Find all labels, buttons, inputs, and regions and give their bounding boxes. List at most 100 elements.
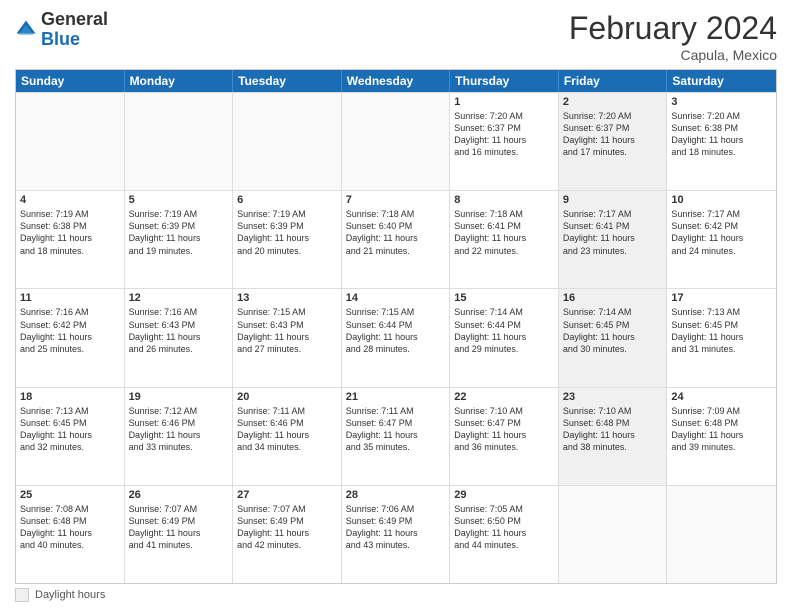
cell-info: Sunrise: 7:16 AM Sunset: 6:43 PM Dayligh… xyxy=(129,306,229,355)
calendar-cell-26: 26 Sunrise: 7:07 AM Sunset: 6:49 PM Dayli… xyxy=(125,486,234,583)
cell-info: Sunrise: 7:13 AM Sunset: 6:45 PM Dayligh… xyxy=(671,306,772,355)
calendar-cell-10: 10 Sunrise: 7:17 AM Sunset: 6:42 PM Dayli… xyxy=(667,191,776,288)
cell-info: Sunrise: 7:14 AM Sunset: 6:45 PM Dayligh… xyxy=(563,306,663,355)
calendar-week-3: 11 Sunrise: 7:16 AM Sunset: 6:42 PM Dayli… xyxy=(16,288,776,386)
day-header-monday: Monday xyxy=(125,70,234,92)
day-header-tuesday: Tuesday xyxy=(233,70,342,92)
calendar-cell-24: 24 Sunrise: 7:09 AM Sunset: 6:48 PM Dayli… xyxy=(667,388,776,485)
day-number: 19 xyxy=(129,391,229,403)
day-number: 11 xyxy=(20,292,120,304)
cell-info: Sunrise: 7:20 AM Sunset: 6:38 PM Dayligh… xyxy=(671,110,772,159)
day-header-wednesday: Wednesday xyxy=(342,70,451,92)
footer: Daylight hours xyxy=(15,588,777,602)
location-subtitle: Capula, Mexico xyxy=(569,47,777,63)
day-number: 24 xyxy=(671,391,772,403)
title-block: February 2024 Capula, Mexico xyxy=(569,10,777,63)
cell-info: Sunrise: 7:10 AM Sunset: 6:47 PM Dayligh… xyxy=(454,405,554,454)
calendar-cell-empty xyxy=(16,93,125,190)
calendar-cell-16: 16 Sunrise: 7:14 AM Sunset: 6:45 PM Dayli… xyxy=(559,289,668,386)
calendar-cell-empty xyxy=(233,93,342,190)
calendar-cell-empty xyxy=(125,93,234,190)
cell-info: Sunrise: 7:12 AM Sunset: 6:46 PM Dayligh… xyxy=(129,405,229,454)
day-header-sunday: Sunday xyxy=(16,70,125,92)
logo-text: General Blue xyxy=(41,10,108,50)
cell-info: Sunrise: 7:07 AM Sunset: 6:49 PM Dayligh… xyxy=(129,503,229,552)
calendar-cell-13: 13 Sunrise: 7:15 AM Sunset: 6:43 PM Dayli… xyxy=(233,289,342,386)
cell-info: Sunrise: 7:11 AM Sunset: 6:46 PM Dayligh… xyxy=(237,405,337,454)
cell-info: Sunrise: 7:18 AM Sunset: 6:40 PM Dayligh… xyxy=(346,208,446,257)
day-number: 1 xyxy=(454,96,554,108)
cell-info: Sunrise: 7:20 AM Sunset: 6:37 PM Dayligh… xyxy=(563,110,663,159)
cell-info: Sunrise: 7:17 AM Sunset: 6:42 PM Dayligh… xyxy=(671,208,772,257)
header: General Blue February 2024 Capula, Mexic… xyxy=(15,10,777,63)
day-number: 29 xyxy=(454,489,554,501)
calendar-cell-1: 1 Sunrise: 7:20 AM Sunset: 6:37 PM Daylig… xyxy=(450,93,559,190)
calendar-cell-7: 7Sunrise: 7:18 AM Sunset: 6:40 PM Daylig… xyxy=(342,191,451,288)
cell-info: Sunrise: 7:17 AM Sunset: 6:41 PM Dayligh… xyxy=(563,208,663,257)
calendar-cell-3: 3 Sunrise: 7:20 AM Sunset: 6:38 PM Daylig… xyxy=(667,93,776,190)
daylight-box-icon xyxy=(15,588,29,602)
calendar-cell-empty xyxy=(342,93,451,190)
cell-info: Sunrise: 7:19 AM Sunset: 6:38 PM Dayligh… xyxy=(20,208,120,257)
cell-info: Sunrise: 7:15 AM Sunset: 6:43 PM Dayligh… xyxy=(237,306,337,355)
cell-info: Sunrise: 7:19 AM Sunset: 6:39 PM Dayligh… xyxy=(129,208,229,257)
day-number: 2 xyxy=(563,96,663,108)
calendar-cell-empty xyxy=(667,486,776,583)
calendar-cell-9: 9 Sunrise: 7:17 AM Sunset: 6:41 PM Daylig… xyxy=(559,191,668,288)
cell-info: Sunrise: 7:20 AM Sunset: 6:37 PM Dayligh… xyxy=(454,110,554,159)
day-number: 3 xyxy=(671,96,772,108)
calendar-cell-29: 29 Sunrise: 7:05 AM Sunset: 6:50 PM Dayli… xyxy=(450,486,559,583)
day-number: 10 xyxy=(671,194,772,206)
logo-general-text: General xyxy=(41,9,108,29)
day-number: 21 xyxy=(346,391,446,403)
cell-info: Sunrise: 7:08 AM Sunset: 6:48 PM Dayligh… xyxy=(20,503,120,552)
cell-info: Sunrise: 7:09 AM Sunset: 6:48 PM Dayligh… xyxy=(671,405,772,454)
day-number: 6 xyxy=(237,194,337,206)
day-number: 8 xyxy=(454,194,554,206)
day-number: 12 xyxy=(129,292,229,304)
calendar-cell-27: 27Sunrise: 7:07 AM Sunset: 6:49 PM Dayli… xyxy=(233,486,342,583)
calendar: SundayMondayTuesdayWednesdayThursdayFrid… xyxy=(15,69,777,584)
cell-info: Sunrise: 7:15 AM Sunset: 6:44 PM Dayligh… xyxy=(346,306,446,355)
calendar-cell-empty xyxy=(559,486,668,583)
day-header-friday: Friday xyxy=(559,70,668,92)
calendar-week-2: 4Sunrise: 7:19 AM Sunset: 6:38 PM Daylig… xyxy=(16,190,776,288)
calendar-cell-17: 17Sunrise: 7:13 AM Sunset: 6:45 PM Dayli… xyxy=(667,289,776,386)
cell-info: Sunrise: 7:13 AM Sunset: 6:45 PM Dayligh… xyxy=(20,405,120,454)
calendar-cell-8: 8 Sunrise: 7:18 AM Sunset: 6:41 PM Daylig… xyxy=(450,191,559,288)
day-number: 14 xyxy=(346,292,446,304)
calendar-cell-6: 6 Sunrise: 7:19 AM Sunset: 6:39 PM Daylig… xyxy=(233,191,342,288)
calendar-cell-11: 11 Sunrise: 7:16 AM Sunset: 6:42 PM Dayli… xyxy=(16,289,125,386)
calendar-week-1: 1 Sunrise: 7:20 AM Sunset: 6:37 PM Daylig… xyxy=(16,92,776,190)
day-number: 16 xyxy=(563,292,663,304)
day-number: 26 xyxy=(129,489,229,501)
calendar-cell-22: 22Sunrise: 7:10 AM Sunset: 6:47 PM Dayli… xyxy=(450,388,559,485)
calendar-header-row: SundayMondayTuesdayWednesdayThursdayFrid… xyxy=(16,70,776,92)
logo: General Blue xyxy=(15,10,108,50)
day-number: 15 xyxy=(454,292,554,304)
cell-info: Sunrise: 7:14 AM Sunset: 6:44 PM Dayligh… xyxy=(454,306,554,355)
cell-info: Sunrise: 7:10 AM Sunset: 6:48 PM Dayligh… xyxy=(563,405,663,454)
day-number: 13 xyxy=(237,292,337,304)
day-number: 18 xyxy=(20,391,120,403)
cell-info: Sunrise: 7:06 AM Sunset: 6:49 PM Dayligh… xyxy=(346,503,446,552)
calendar-cell-19: 19 Sunrise: 7:12 AM Sunset: 6:46 PM Dayli… xyxy=(125,388,234,485)
cell-info: Sunrise: 7:05 AM Sunset: 6:50 PM Dayligh… xyxy=(454,503,554,552)
calendar-cell-21: 21 Sunrise: 7:11 AM Sunset: 6:47 PM Dayli… xyxy=(342,388,451,485)
cell-info: Sunrise: 7:16 AM Sunset: 6:42 PM Dayligh… xyxy=(20,306,120,355)
calendar-cell-25: 25 Sunrise: 7:08 AM Sunset: 6:48 PM Dayli… xyxy=(16,486,125,583)
day-number: 9 xyxy=(563,194,663,206)
month-title: February 2024 xyxy=(569,10,777,47)
calendar-week-4: 18 Sunrise: 7:13 AM Sunset: 6:45 PM Dayli… xyxy=(16,387,776,485)
calendar-cell-4: 4Sunrise: 7:19 AM Sunset: 6:38 PM Daylig… xyxy=(16,191,125,288)
cell-info: Sunrise: 7:11 AM Sunset: 6:47 PM Dayligh… xyxy=(346,405,446,454)
logo-blue-text: Blue xyxy=(41,29,80,49)
logo-icon xyxy=(15,19,37,41)
calendar-cell-28: 28Sunrise: 7:06 AM Sunset: 6:49 PM Dayli… xyxy=(342,486,451,583)
cell-info: Sunrise: 7:19 AM Sunset: 6:39 PM Dayligh… xyxy=(237,208,337,257)
calendar-cell-12: 12 Sunrise: 7:16 AM Sunset: 6:43 PM Dayli… xyxy=(125,289,234,386)
day-number: 25 xyxy=(20,489,120,501)
calendar-body: 1 Sunrise: 7:20 AM Sunset: 6:37 PM Daylig… xyxy=(16,92,776,583)
day-header-thursday: Thursday xyxy=(450,70,559,92)
cell-info: Sunrise: 7:18 AM Sunset: 6:41 PM Dayligh… xyxy=(454,208,554,257)
